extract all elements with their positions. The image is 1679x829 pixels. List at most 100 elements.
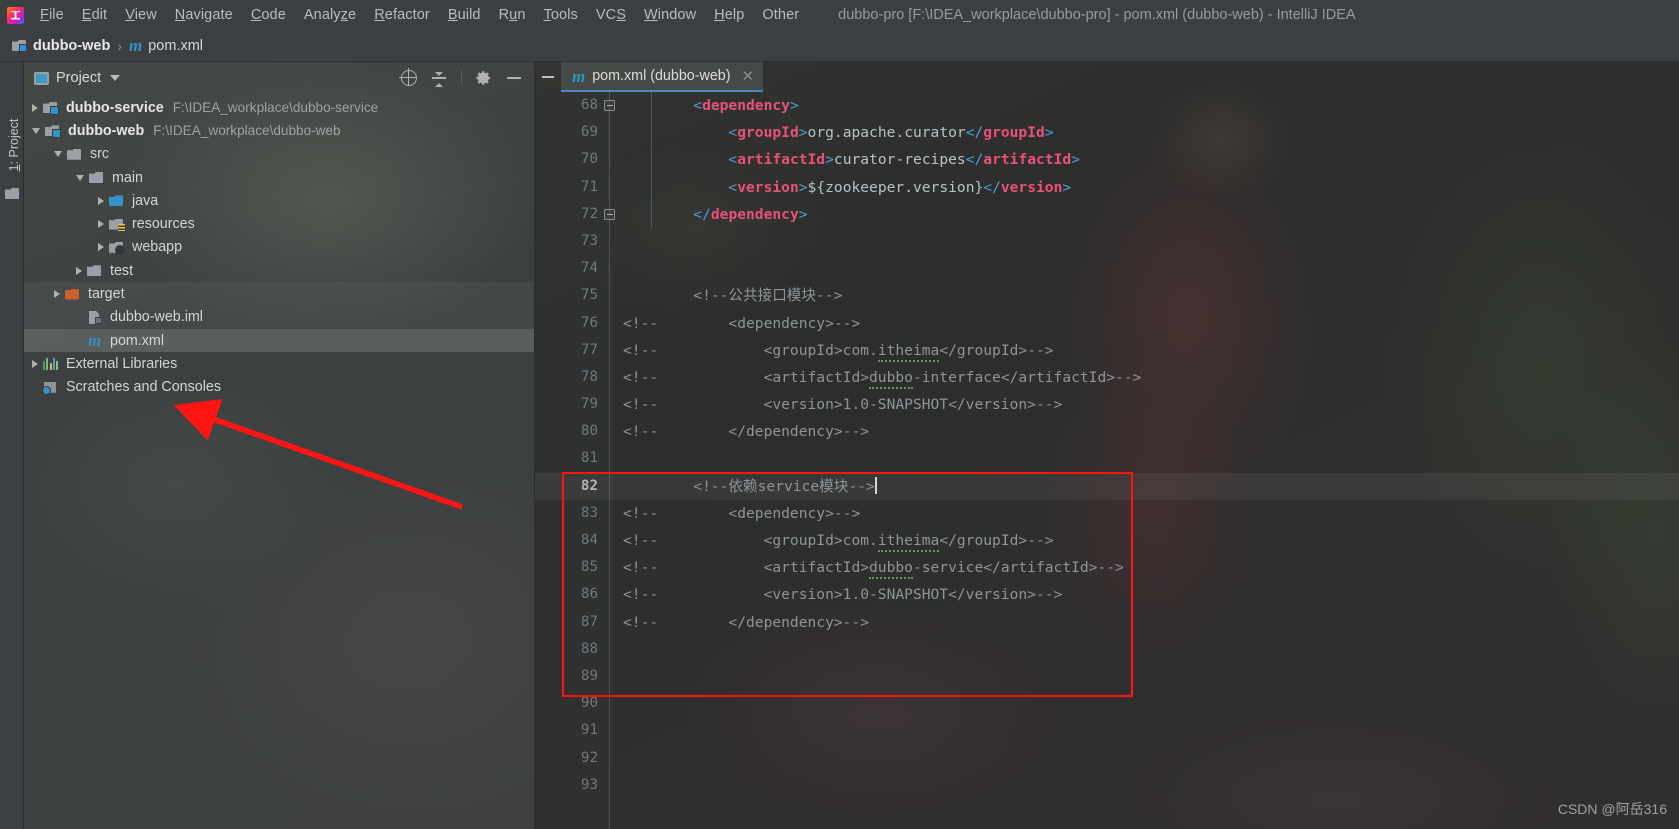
code-line-85[interactable]: 85 <!-- <artifactId>dubbo-service</artifa… — [535, 554, 1679, 581]
code-line-74[interactable]: 74 — [535, 255, 1679, 282]
line-number: 79 — [580, 396, 598, 413]
menu-item-view[interactable]: View — [116, 5, 166, 25]
code-line-70[interactable]: 70 <artifactId>curator-recipes</artifact… — [535, 146, 1679, 173]
tree-row-java[interactable]: java — [24, 189, 534, 212]
line-number: 69 — [580, 124, 598, 141]
code-line-71[interactable]: 71 <version>${zookeeper.version}</versio… — [535, 174, 1679, 201]
window-title: dubbo-pro [F:\IDEA_workplace\dubbo-pro] … — [838, 7, 1356, 23]
breadcrumb-module[interactable]: dubbo-web — [12, 38, 110, 54]
code-line-80[interactable]: 80 <!-- </dependency>--> — [535, 418, 1679, 445]
code-line-91[interactable]: 91 — [535, 717, 1679, 744]
code-line-89[interactable]: 89 — [535, 663, 1679, 690]
menu-item-analyze[interactable]: Analyze — [295, 5, 365, 25]
code-content[interactable]: 68 <dependency> 69 <groupId>org.apache.cu… — [535, 92, 1679, 829]
tree-row-webapp[interactable]: webapp — [24, 236, 534, 259]
xml-bracket: </ — [623, 205, 711, 223]
menu-item-edit[interactable]: Edit — [73, 5, 116, 25]
code-line-82[interactable]: 82 <!--依赖service模块--> — [535, 472, 1679, 500]
chevron-down-icon[interactable] — [76, 174, 84, 181]
code-line-93[interactable]: 93 — [535, 772, 1679, 799]
source-folder-icon — [109, 194, 124, 207]
tree-row-main[interactable]: main — [24, 166, 534, 189]
menu-item-file[interactable]: File — [31, 5, 73, 25]
code-line-77[interactable]: 77 <!-- <groupId>com.itheima</groupId>--> — [535, 337, 1679, 364]
locate-in-tree-icon[interactable] — [399, 68, 417, 86]
tree-row-external-libraries[interactable]: External Libraries — [24, 352, 534, 375]
chevron-down-icon[interactable] — [110, 75, 121, 81]
chevron-right-icon[interactable] — [32, 103, 38, 112]
menu-item-help[interactable]: Help — [705, 5, 753, 25]
code-line-76[interactable]: 76 <!-- <dependency>--> — [535, 310, 1679, 337]
chevron-right-icon[interactable] — [76, 266, 82, 275]
menu-item-window[interactable]: Window — [635, 5, 705, 25]
code-line-92[interactable]: 92 — [535, 745, 1679, 772]
chevron-right-icon[interactable] — [98, 196, 104, 205]
code-line-75[interactable]: 75 <!--公共接口模块--> — [535, 282, 1679, 309]
code-line-79[interactable]: 79 <!-- <version>1.0-SNAPSHOT</version>--… — [535, 391, 1679, 418]
xml-bracket: > — [798, 178, 808, 196]
menu-item-build[interactable]: Build — [439, 5, 490, 25]
fold-toggle-icon[interactable] — [604, 208, 615, 220]
collapse-all-icon[interactable] — [431, 70, 447, 87]
menu-item-vcs[interactable]: VCS — [587, 5, 635, 25]
code-line-81[interactable]: 81 — [535, 445, 1679, 472]
folder-icon[interactable] — [5, 188, 19, 199]
sidebar-item-project[interactable]: 1: Project — [7, 105, 21, 185]
menu-item-code[interactable]: Code — [242, 5, 295, 25]
tree-row-path: F:\IDEA_workplace\dubbo-web — [153, 123, 341, 139]
chevron-down-icon[interactable] — [32, 127, 40, 134]
xml-comment: <!--依赖service模块--> — [623, 477, 875, 495]
menu-item-refactor[interactable]: Refactor — [365, 5, 439, 25]
tree-row-label: Scratches and Consoles — [66, 379, 221, 396]
xml-comment: <!-- <groupId>com. — [623, 341, 878, 359]
xml-text: org.apache.curator — [807, 124, 966, 142]
chevron-right-icon[interactable] — [54, 290, 60, 299]
editor-area: m pom.xml (dubbo-web) ✕ 68 <dependency> 6… — [535, 62, 1679, 829]
tree-row-dubbo-web-iml[interactable]: dubbo-web.iml — [24, 305, 534, 329]
menu-item-tools[interactable]: Tools — [535, 5, 587, 25]
menu-items: File Edit View Navigate Code Analyze Refactor B… — [31, 5, 808, 25]
tree-row-pom-xml[interactable]: m pom.xml — [24, 328, 534, 353]
indent-guide — [651, 92, 652, 228]
line-number: 82 — [580, 477, 598, 494]
module-folder-icon — [12, 39, 27, 52]
chevron-down-icon[interactable] — [54, 151, 62, 158]
tree-row-src[interactable]: src — [24, 143, 534, 166]
tree-row-dubbo-web[interactable]: dubbo-web F:\IDEA_workplace\dubbo-web — [24, 119, 534, 142]
code-line-68[interactable]: 68 <dependency> — [535, 92, 1679, 119]
menu-item-other[interactable]: Other — [753, 5, 808, 25]
minimize-icon[interactable] — [535, 62, 561, 92]
tree-row-dubbo-service[interactable]: dubbo-service F:\IDEA_workplace\dubbo-ser… — [24, 96, 534, 119]
hide-icon[interactable] — [506, 70, 522, 86]
tree-row-resources[interactable]: resources — [24, 212, 534, 235]
code-line-69[interactable]: 69 <groupId>org.apache.curator</groupId> — [535, 119, 1679, 146]
code-line-88[interactable]: 88 — [535, 636, 1679, 663]
menu-item-run[interactable]: Run — [490, 5, 535, 25]
xml-text: curator-recipes — [833, 151, 966, 169]
close-icon[interactable]: ✕ — [742, 67, 755, 85]
chevron-right-icon[interactable] — [98, 220, 104, 229]
code-line-86[interactable]: 86 <!-- <version>1.0-SNAPSHOT</version>--… — [535, 581, 1679, 608]
code-line-78[interactable]: 78 <!-- <artifactId>dubbo-interface</arti… — [535, 364, 1679, 391]
chevron-right-icon[interactable] — [32, 359, 38, 368]
code-line-87[interactable]: 87 <!-- </dependency>--> — [535, 609, 1679, 636]
code-line-73[interactable]: 73 — [535, 228, 1679, 255]
code-line-90[interactable]: 90 — [535, 690, 1679, 717]
breadcrumb-file[interactable]: m pom.xml — [129, 37, 203, 54]
menu-item-navigate[interactable]: Navigate — [166, 5, 242, 25]
code-line-83[interactable]: 83 <!-- <dependency>--> — [535, 500, 1679, 527]
line-number: 75 — [580, 287, 598, 304]
spellcheck-word: itheima — [877, 532, 940, 552]
tree-row-test[interactable]: test — [24, 259, 534, 282]
tree-row-target[interactable]: target — [24, 282, 534, 306]
tree-row-scratches-and-consoles[interactable]: Scratches and Consoles — [24, 376, 534, 399]
gear-icon[interactable] — [476, 70, 492, 86]
line-number: 84 — [580, 532, 598, 548]
code-line-84[interactable]: 84 <!-- <groupId>com.itheima</groupId>--> — [535, 527, 1679, 554]
code-line-text: <!-- <dependency>--> — [623, 310, 860, 337]
fold-toggle-icon[interactable] — [604, 100, 615, 111]
code-line-72[interactable]: 72 </dependency> — [535, 201, 1679, 228]
chevron-right-icon[interactable] — [98, 243, 104, 252]
xml-tag-name: artifactId — [737, 151, 826, 169]
editor-tab-pom-xml[interactable]: m pom.xml (dubbo-web) ✕ — [561, 62, 764, 92]
